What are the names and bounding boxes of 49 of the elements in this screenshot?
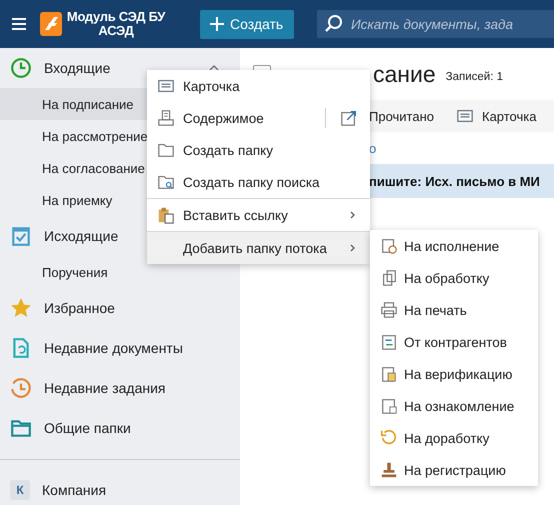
documents-icon <box>380 269 398 287</box>
plus-icon <box>210 17 224 31</box>
submenu-item[interactable]: На ознакомление <box>370 390 538 422</box>
submenu-item[interactable]: На исполнение <box>370 230 538 262</box>
submenu-item[interactable]: На регистрацию <box>370 454 538 486</box>
record-count: Записей: 1 <box>446 71 503 83</box>
menu-icon[interactable] <box>12 18 26 30</box>
nav-item[interactable]: Общие папки <box>44 420 131 436</box>
card-icon <box>456 107 474 125</box>
submenu-item[interactable]: На доработку <box>370 422 538 454</box>
nav-item[interactable]: Недавние задания <box>44 380 166 396</box>
submenu-item[interactable]: На верификацию <box>370 358 538 390</box>
document-stack-icon <box>157 109 175 127</box>
menu-item[interactable]: Создать папку поиска <box>147 166 370 198</box>
clock-icon <box>10 57 32 79</box>
logo-icon <box>40 12 62 36</box>
menu-item[interactable]: Добавить папку потока <box>147 231 370 264</box>
nav-item[interactable]: Избранное <box>44 300 115 316</box>
company-badge: К <box>10 480 30 500</box>
nav-item[interactable]: Компания <box>42 482 106 498</box>
document-check-icon <box>380 365 398 383</box>
toolbar-button[interactable]: Карточка <box>456 107 536 125</box>
history-icon <box>10 377 32 399</box>
submenu-item[interactable]: На печать <box>370 294 538 326</box>
menu-item[interactable]: Карточка <box>147 70 370 102</box>
printer-icon <box>380 301 398 319</box>
app-title: Модуль СЭД БУ АСЭД <box>66 10 166 38</box>
calendar-check-icon <box>10 225 32 247</box>
open-external-icon[interactable] <box>340 109 358 127</box>
page-title: сание <box>373 60 436 88</box>
nav-item[interactable]: Исходящие <box>44 228 118 244</box>
undo-icon <box>380 429 398 447</box>
star-icon <box>10 297 32 319</box>
nav-item[interactable]: Недавние документы <box>44 340 183 356</box>
search-icon <box>325 15 343 33</box>
clipboard-icon <box>157 206 175 224</box>
folder-icon <box>157 141 175 159</box>
folder-search-icon <box>157 173 175 191</box>
menu-item[interactable]: Вставить ссылку <box>147 198 370 231</box>
search-field[interactable]: Искать документы, зада <box>317 10 554 38</box>
stamp-icon <box>380 461 398 479</box>
nav-item[interactable]: Входящие <box>44 60 110 76</box>
menu-item[interactable]: Создать папку <box>147 134 370 166</box>
create-button[interactable]: Создать <box>200 10 294 38</box>
menu-item[interactable]: Содержимое <box>147 102 370 134</box>
submenu-item[interactable]: На обработку <box>370 262 538 294</box>
toolbar-button[interactable]: Прочитано <box>369 108 434 124</box>
card-icon <box>157 77 175 95</box>
submenu-item[interactable]: От контрагентов <box>370 326 538 358</box>
